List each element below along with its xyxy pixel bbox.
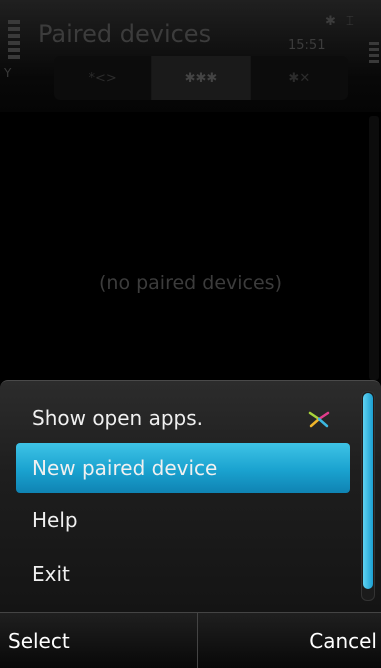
signal-strength-icon xyxy=(8,20,22,64)
menu-item-new-paired-device[interactable]: New paired device xyxy=(16,443,350,493)
cancel-softkey-label: Cancel xyxy=(309,629,377,653)
menu-item-show-open-apps[interactable]: Show open apps. xyxy=(16,393,350,443)
menu-scrollbar[interactable] xyxy=(361,391,375,601)
clock: 15:51 xyxy=(288,38,326,53)
cancel-softkey[interactable]: Cancel xyxy=(200,613,381,668)
content-scrollbar xyxy=(369,116,379,380)
bluetooth-status-icon: ✱ xyxy=(325,14,336,29)
title-bar: Y Paired devices ✱ ⌶ 15:51 *<> ✱✱✱ ✱✕ xyxy=(0,0,381,112)
options-menu: Show open apps. New paired device Help E… xyxy=(0,380,381,613)
softkey-bar: Select Cancel xyxy=(0,612,381,668)
menu-item-exit[interactable]: Exit xyxy=(16,549,350,599)
antenna-icon: Y xyxy=(4,66,12,80)
bluetooth-blocked-tab-icon: ✱✕ xyxy=(288,70,311,86)
tab-paired-devices[interactable]: ✱✱✱ xyxy=(152,56,251,100)
phone-screen: Y Paired devices ✱ ⌶ 15:51 *<> ✱✱✱ ✱✕ (n… xyxy=(0,0,381,668)
tab-bar: *<> ✱✱✱ ✱✕ xyxy=(54,56,348,100)
bluetooth-paired-tab-icon: ✱✱✱ xyxy=(184,70,218,86)
battery-level-icon xyxy=(369,42,379,66)
bluetooth-connection-icon: ⌶ xyxy=(346,14,354,29)
menu-item-label: Help xyxy=(32,508,78,532)
menu-item-label: Exit xyxy=(32,562,70,586)
empty-list-message: (no paired devices) xyxy=(98,272,282,294)
select-softkey[interactable]: Select xyxy=(0,613,198,668)
menu-item-help[interactable]: Help xyxy=(16,495,350,545)
menu-item-label: Show open apps. xyxy=(32,406,204,430)
menu-scrollbar-thumb[interactable] xyxy=(363,393,373,589)
page-title: Paired devices xyxy=(38,20,212,48)
select-softkey-label: Select xyxy=(8,629,70,653)
task-switcher-icon xyxy=(308,411,330,428)
menu-item-label: New paired device xyxy=(32,456,218,480)
device-list: (no paired devices) xyxy=(0,112,381,380)
bluetooth-device-tab-icon: *<> xyxy=(88,70,117,86)
tab-devices[interactable]: *<> xyxy=(54,56,153,100)
tab-blocked-devices[interactable]: ✱✕ xyxy=(251,56,348,100)
